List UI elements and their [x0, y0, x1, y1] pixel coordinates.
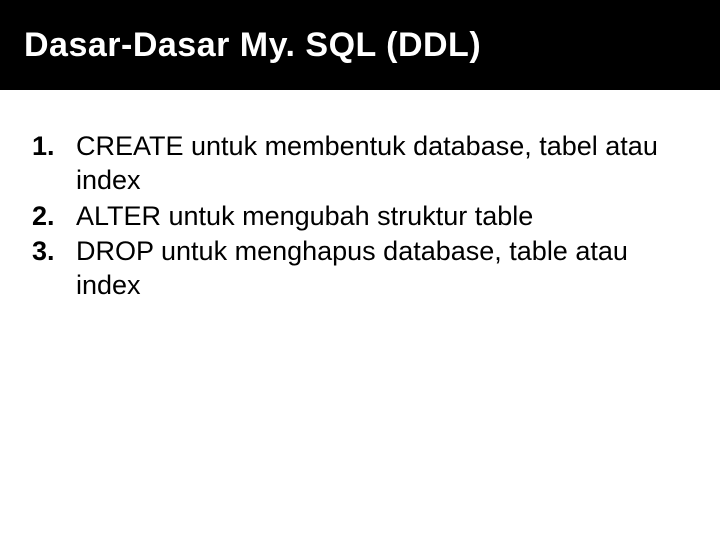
list-item: ALTER untuk mengubah struktur table	[22, 200, 680, 234]
title-bar: Dasar-Dasar My. SQL (DDL)	[0, 0, 720, 90]
list-item: CREATE untuk membentuk database, tabel a…	[22, 130, 680, 198]
ddl-list: CREATE untuk membentuk database, tabel a…	[22, 130, 680, 303]
slide-title: Dasar-Dasar My. SQL (DDL)	[24, 26, 481, 65]
slide-content: CREATE untuk membentuk database, tabel a…	[22, 130, 680, 305]
slide: Dasar-Dasar My. SQL (DDL) CREATE untuk m…	[0, 0, 720, 540]
list-item: DROP untuk menghapus database, table ata…	[22, 235, 680, 303]
